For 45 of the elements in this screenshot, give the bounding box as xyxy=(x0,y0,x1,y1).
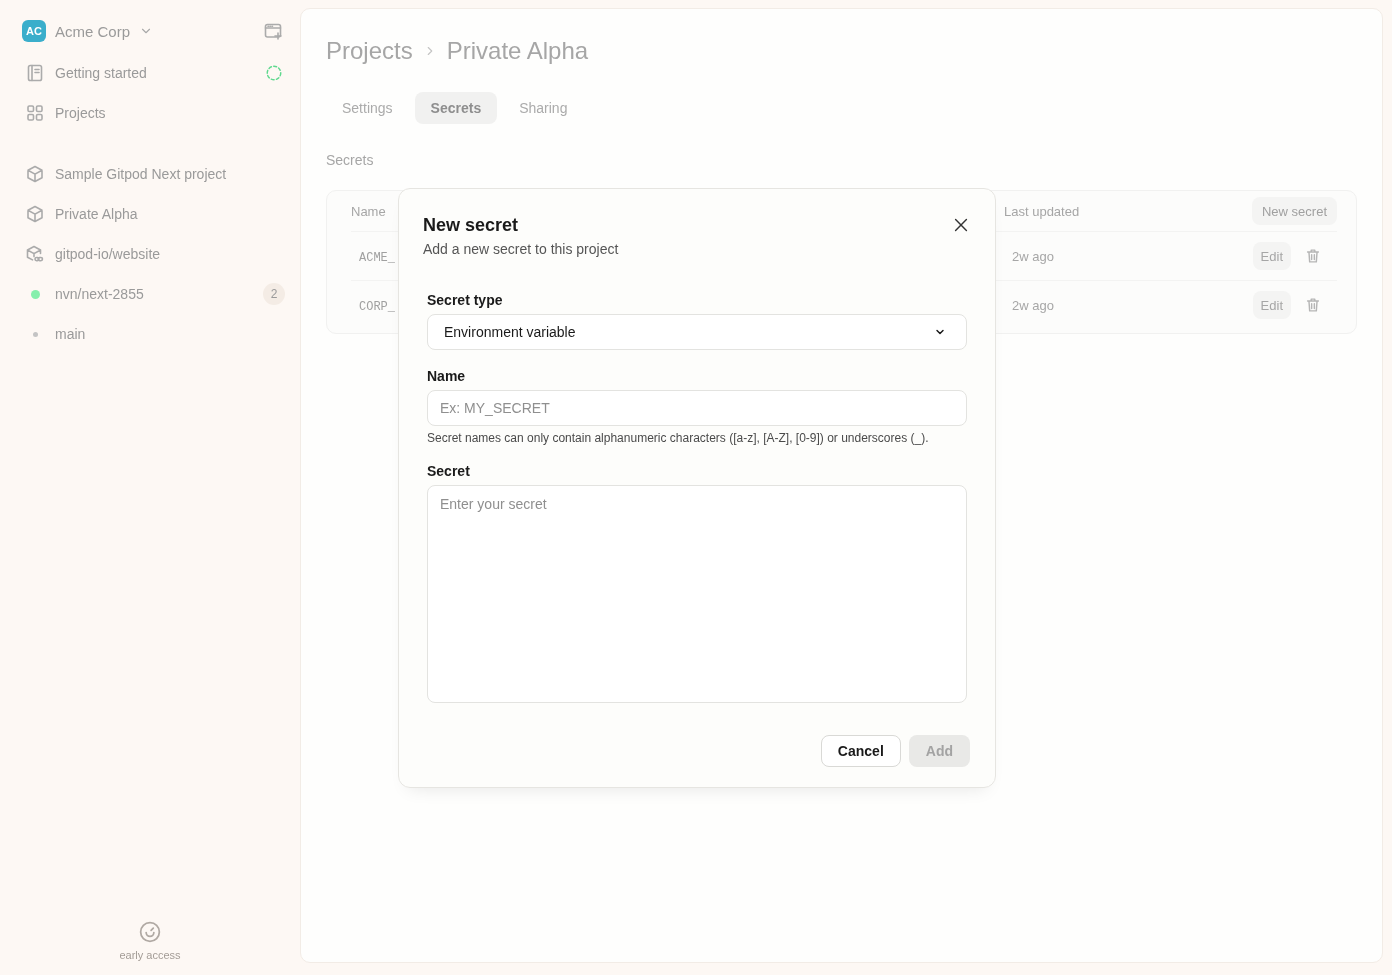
section-title: Secrets xyxy=(326,152,375,168)
org-avatar: AC xyxy=(22,20,46,42)
column-header: Last updated xyxy=(1004,203,1081,219)
count-badge: 2 xyxy=(263,283,285,305)
breadcrumb-link[interactable]: Private Alpha xyxy=(446,35,589,67)
footer-label: early access xyxy=(119,949,181,961)
breadcrumb-link[interactable]: Projects xyxy=(326,35,413,67)
dialog-subtitle: Add a new secret to this project xyxy=(423,240,620,257)
org-switcher[interactable]: AC Acme Corp xyxy=(22,20,154,42)
new-window-icon xyxy=(263,21,283,41)
field-label: Secret xyxy=(427,462,471,479)
updated-cell: 2w ago xyxy=(1012,249,1054,264)
grid-icon xyxy=(25,103,45,123)
name-input[interactable]: Ex: MY_SECRET xyxy=(427,389,967,426)
tab[interactable]: Secrets xyxy=(414,92,498,124)
field-hint: Secret names can only contain alphanumeric characters ([a-z], [A-Z], [0-9]) or underscores (_). xyxy=(427,430,930,445)
sidebar-item[interactable]: main xyxy=(16,314,284,354)
cube-link-icon xyxy=(25,244,45,264)
cube-icon xyxy=(25,204,45,224)
sidebar-item[interactable]: Projects xyxy=(16,93,284,133)
sidebar-item[interactable]: nvn/next-2855 2 xyxy=(16,274,284,314)
secret-textarea[interactable]: Enter your secret xyxy=(427,484,967,703)
sidebar-item[interactable]: Private Alpha xyxy=(16,194,284,234)
tab[interactable]: Sharing xyxy=(503,92,584,124)
sidebar-item[interactable]: Sample Gitpod Next project xyxy=(16,154,284,194)
field-label: Name xyxy=(427,367,467,384)
edit-button[interactable]: Edit xyxy=(1252,242,1291,270)
field-label: Secret type xyxy=(427,291,504,308)
secret-type-select[interactable]: Environment variable xyxy=(427,313,967,350)
cancel-button[interactable]: Cancel xyxy=(820,734,901,767)
dialog-title: New secret xyxy=(423,214,519,235)
smile-logo-icon xyxy=(139,921,161,943)
new-secret-button[interactable]: New secret xyxy=(1251,197,1337,225)
tab[interactable]: Settings xyxy=(326,92,409,124)
book-icon xyxy=(25,63,45,83)
sidebar-item[interactable]: Getting started xyxy=(16,53,284,93)
secret-name-cell: ACME_ xyxy=(359,251,395,265)
trash-icon xyxy=(1304,247,1322,265)
trash-icon xyxy=(1304,296,1322,314)
cube-icon xyxy=(25,164,45,184)
edit-button[interactable]: Edit xyxy=(1252,291,1291,319)
sidebar-item[interactable]: gitpod-io/website xyxy=(16,234,284,274)
column-header: Name xyxy=(351,203,387,219)
updated-cell: 2w ago xyxy=(1012,298,1054,313)
secret-name-cell: CORP_ xyxy=(359,300,395,314)
